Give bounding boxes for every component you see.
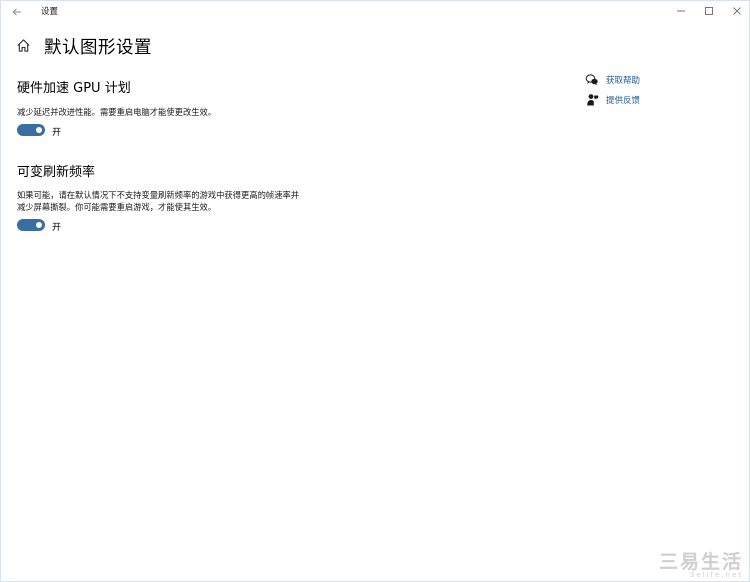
back-arrow-icon bbox=[12, 8, 21, 16]
home-icon[interactable] bbox=[16, 38, 31, 53]
maximize-button[interactable] bbox=[695, 1, 723, 21]
variable-refresh-rate-heading: 可变刷新频率 bbox=[17, 165, 96, 180]
settings-window: 设置 默认图形设置 硬件加速 GPU 计划 减少延迟并改进性能。需要重启电脑才能… bbox=[0, 0, 750, 582]
hardware-gpu-scheduling-heading: 硬件加速 GPU 计划 bbox=[17, 81, 131, 96]
toggle-knob bbox=[36, 222, 42, 228]
minimize-icon bbox=[677, 10, 685, 12]
toggle-knob bbox=[36, 127, 42, 133]
window-title: 设置 bbox=[41, 7, 59, 17]
get-help-label: 获取帮助 bbox=[606, 76, 641, 86]
feedback-icon bbox=[587, 94, 599, 106]
give-feedback-link[interactable]: 提供反馈 bbox=[585, 93, 640, 107]
variable-refresh-rate-state: 开 bbox=[52, 223, 62, 233]
hardware-gpu-scheduling-toggle[interactable] bbox=[17, 124, 45, 136]
get-help-link[interactable]: 获取帮助 bbox=[585, 73, 640, 87]
minimize-button[interactable] bbox=[667, 1, 695, 21]
watermark-main-text: 三易生活 bbox=[658, 551, 743, 573]
back-button[interactable] bbox=[5, 1, 29, 23]
hardware-gpu-scheduling-description: 减少延迟并改进性能。需要重启电脑才能使更改生效。 bbox=[17, 107, 217, 117]
maximize-icon bbox=[705, 7, 713, 15]
variable-refresh-rate-description: 如果可能，请在默认情况下不支持变量刷新频率的游戏中获得更高的帧速率并减少屏幕撕裂… bbox=[17, 190, 300, 212]
hardware-gpu-scheduling-state: 开 bbox=[52, 128, 62, 138]
get-help-icon bbox=[585, 74, 598, 86]
give-feedback-label: 提供反馈 bbox=[606, 96, 641, 106]
watermark-sub-text: 3elife.net bbox=[689, 571, 743, 579]
watermark-logo: 三易生活 3elife.net bbox=[647, 547, 747, 579]
variable-refresh-rate-toggle[interactable] bbox=[17, 219, 45, 231]
close-button[interactable] bbox=[723, 1, 750, 21]
close-icon bbox=[733, 7, 741, 15]
page-title: 默认图形设置 bbox=[44, 38, 152, 58]
title-bar: 设置 bbox=[1, 1, 749, 23]
